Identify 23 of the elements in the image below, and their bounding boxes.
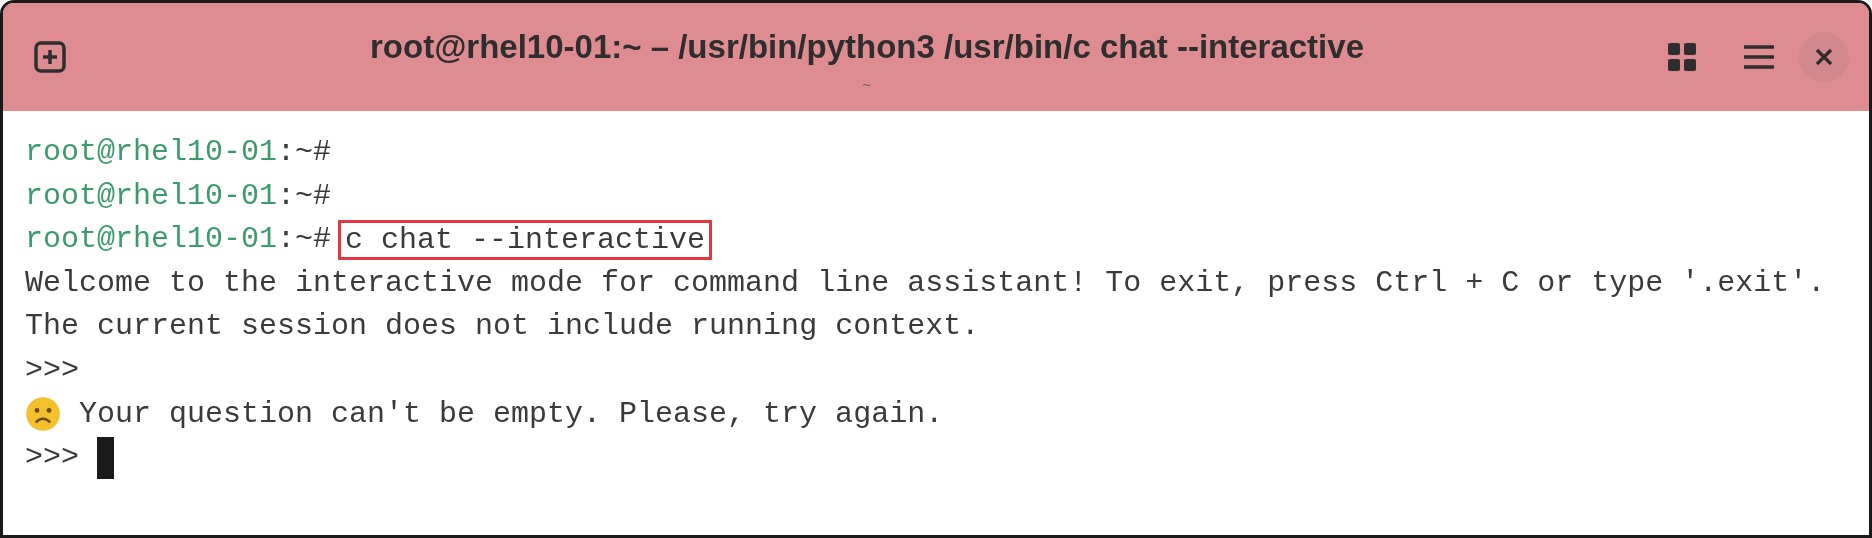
prompt-path: :~# [277,221,332,259]
output-line: The current session does not include running context. [25,308,980,346]
input-prompt: >>> [25,351,79,389]
prompt-user-host: root@rhel10-01 [25,177,278,215]
prompt-user-host: root@rhel10-01 [25,134,278,171]
plus-square-icon [33,40,67,74]
tab-overview-button[interactable] [1667,42,1697,72]
menu-icon [1743,44,1775,70]
sad-face-icon [25,396,61,433]
prompt-path: :~# [277,177,332,215]
close-icon [1815,48,1833,66]
new-tab-button[interactable] [33,40,67,74]
close-button[interactable] [1799,32,1849,82]
output-line: Welcome to the interactive mode for command line assistant! To exit, press Ctrl + C or type '.exit'. [25,264,1826,302]
error-message: Your question can't be empty. Please, try again. [79,395,944,433]
window-title: root@rhel10-01:~ – /usr/bin/python3 /usr/bin/c chat --interactive [370,26,1364,67]
command-text: c chat --interactive [341,223,710,257]
grid-icon [1667,42,1697,72]
prompt-user-host: root@rhel10-01 [25,221,278,259]
prompt-path: :~# [277,134,332,171]
menu-button[interactable] [1743,44,1775,70]
window-subtitle: ~ [862,77,872,93]
input-prompt: >>> [25,439,79,477]
